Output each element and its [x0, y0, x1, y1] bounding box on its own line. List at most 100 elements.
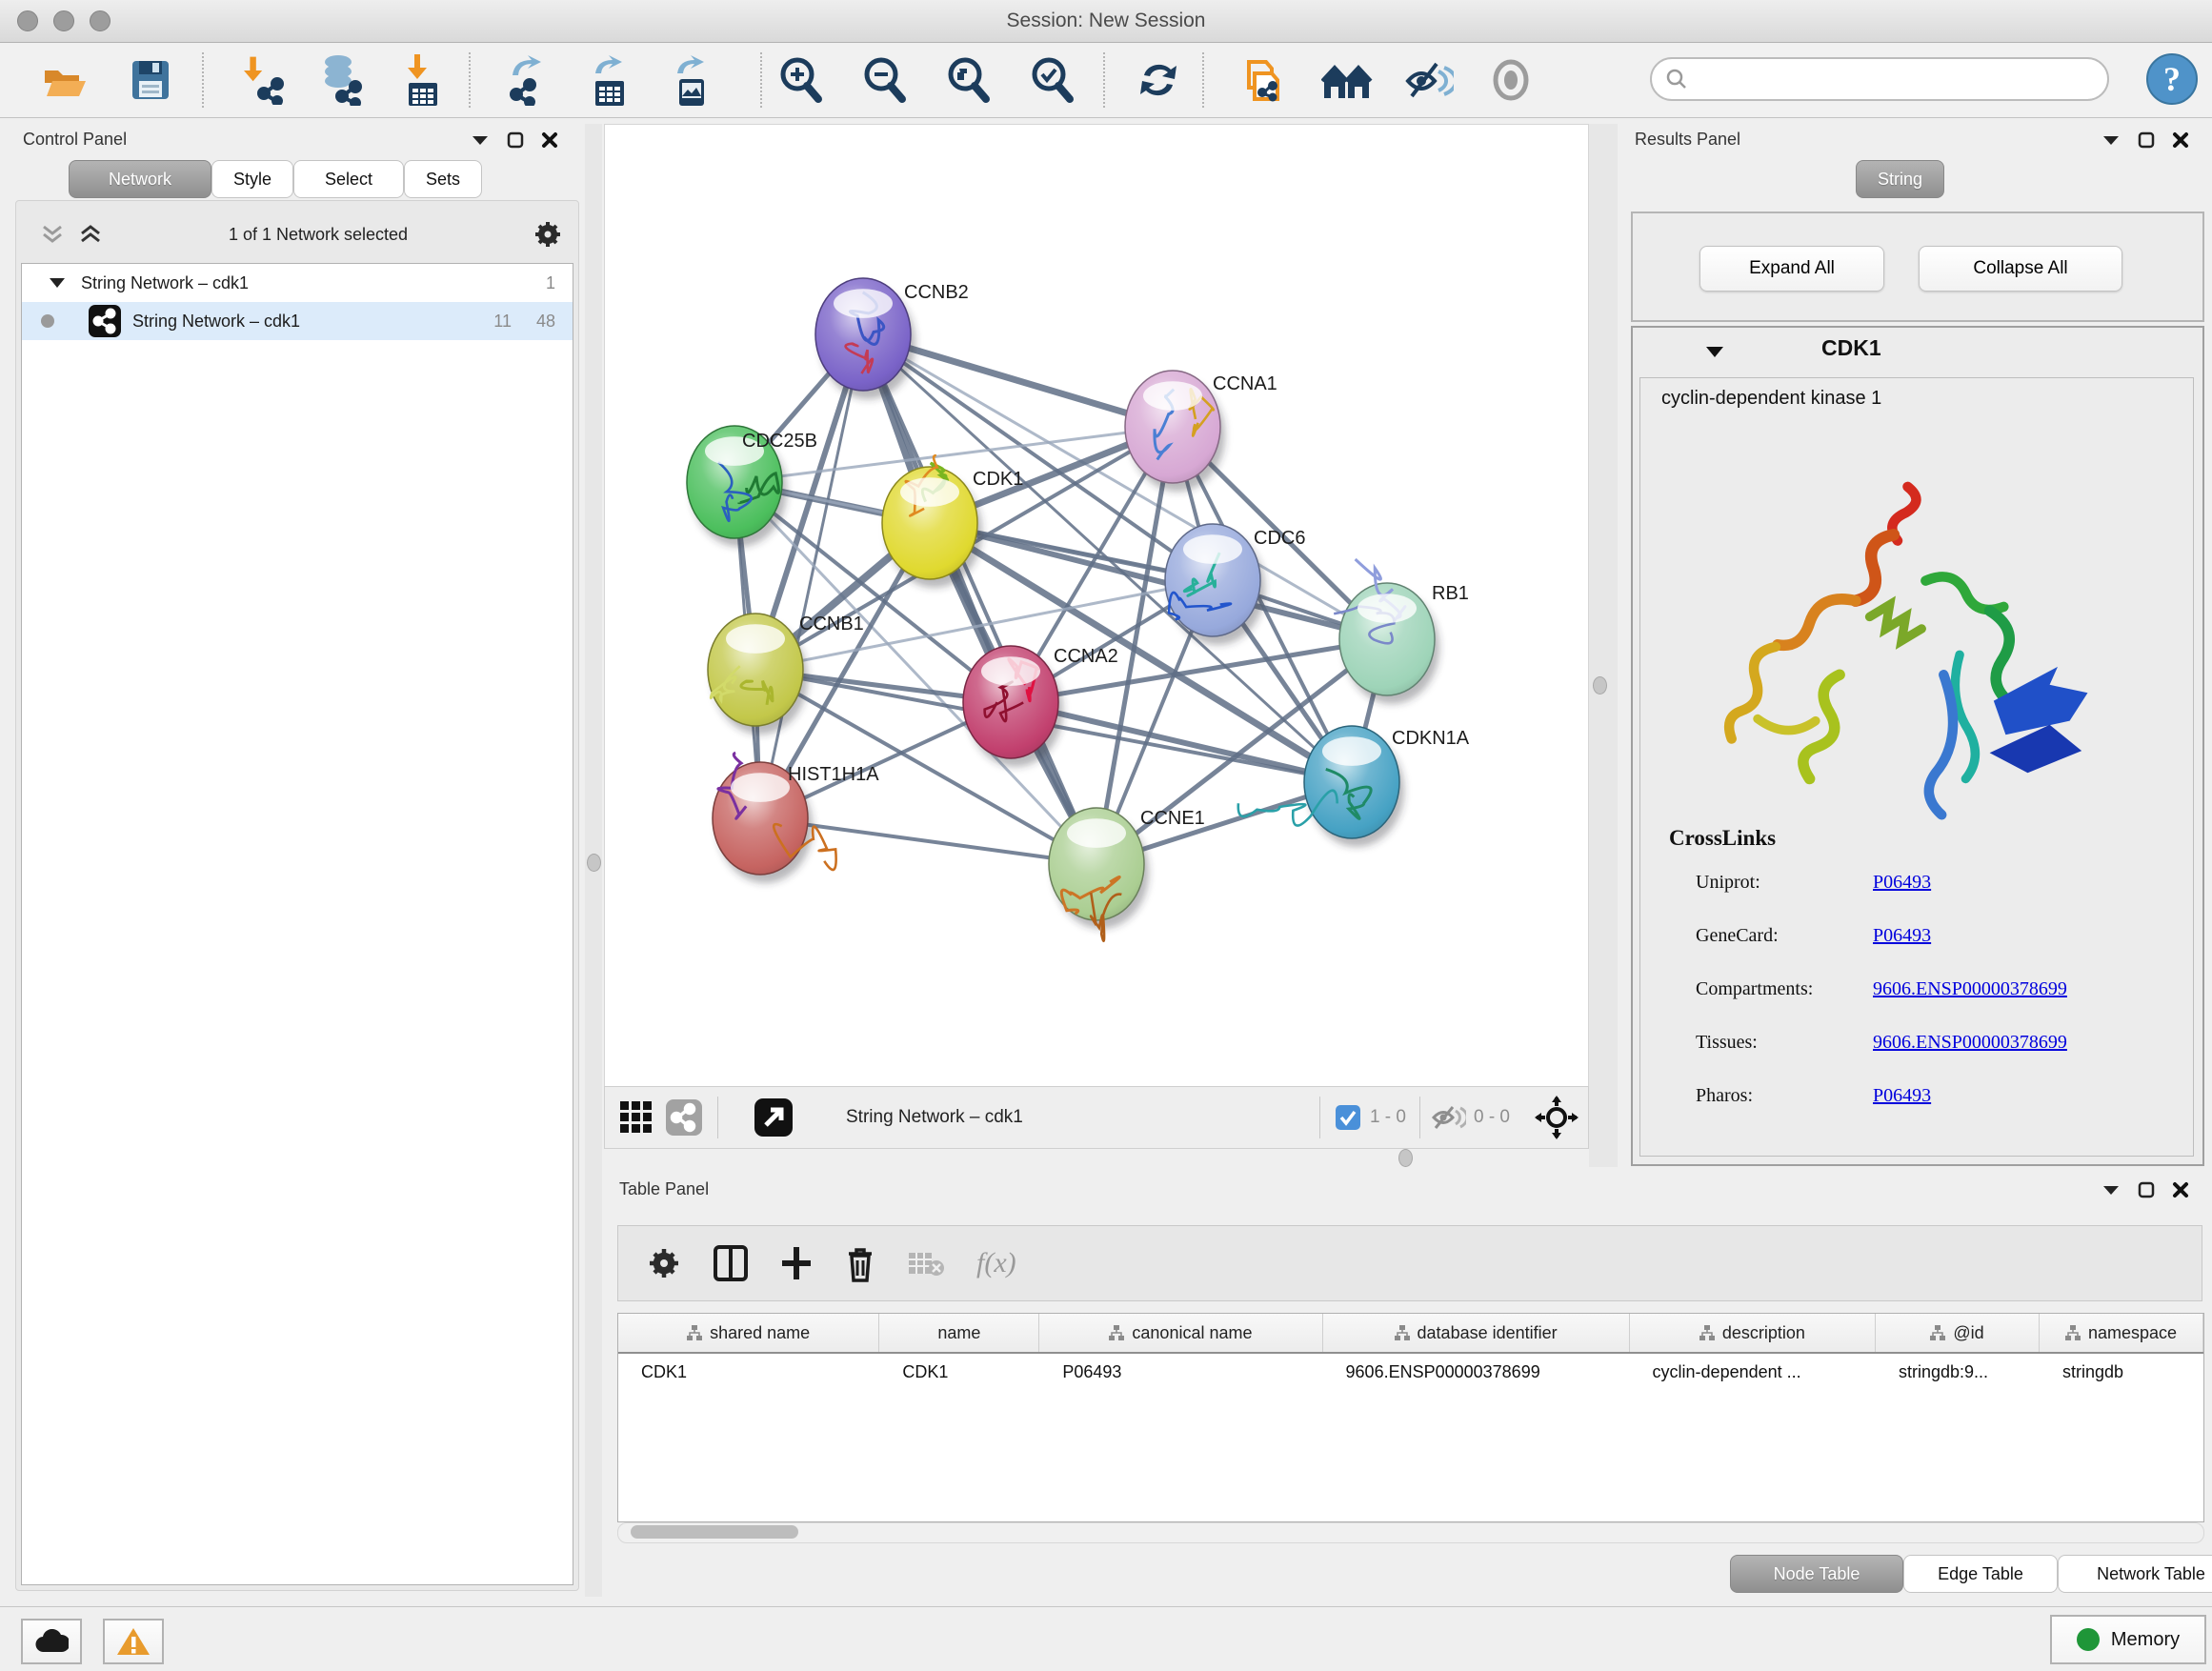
collapse-all-button[interactable]: Collapse All — [1919, 246, 2122, 292]
network-edge-count: 48 — [536, 312, 555, 332]
zoom-selected-icon[interactable] — [1023, 50, 1080, 110]
memory-button[interactable]: Memory — [2050, 1615, 2206, 1664]
panel-float-icon[interactable] — [2101, 133, 2121, 147]
tab-network-table[interactable]: Network Table — [2058, 1555, 2212, 1593]
network-node-RB1[interactable]: RB1 — [1331, 559, 1469, 704]
crosslink-link[interactable]: 9606.ENSP00000378699 — [1873, 978, 2067, 1000]
open-in-window-icon[interactable] — [754, 1098, 793, 1137]
export-image-icon[interactable] — [663, 50, 720, 110]
divider-handle[interactable] — [1398, 1149, 1413, 1167]
divider-handle[interactable] — [587, 854, 601, 872]
panel-maximize-icon[interactable] — [507, 131, 524, 149]
network-options-gear-icon[interactable] — [533, 220, 562, 249]
tab-node-table[interactable]: Node Table — [1730, 1555, 1903, 1593]
network-node-CDC6[interactable]: CDC6 — [1163, 524, 1306, 645]
first-neighbors-icon[interactable] — [1318, 50, 1376, 110]
protein-expander-icon[interactable] — [1705, 345, 1724, 359]
network-row-selected[interactable]: String Network – cdk1 11 48 — [22, 302, 573, 340]
selected-checkbox-icon[interactable] — [1336, 1105, 1360, 1130]
save-session-icon[interactable] — [122, 50, 179, 110]
search-field[interactable] — [1650, 57, 2109, 101]
tab-string[interactable]: String — [1856, 160, 1944, 198]
collapse-all-networks-icon[interactable] — [40, 223, 65, 246]
panel-float-icon[interactable] — [471, 133, 490, 147]
tree-expander-icon[interactable] — [49, 276, 66, 290]
tab-edge-table[interactable]: Edge Table — [1903, 1555, 2058, 1593]
panel-maximize-icon[interactable] — [2138, 1181, 2155, 1198]
fit-content-crosshair-icon[interactable] — [1535, 1096, 1579, 1139]
divider-handle[interactable] — [1593, 676, 1607, 695]
refresh-icon[interactable] — [1130, 50, 1187, 110]
warnings-button[interactable] — [103, 1619, 164, 1664]
copy-style-icon[interactable] — [1235, 50, 1292, 110]
panel-maximize-icon[interactable] — [2138, 131, 2155, 149]
birdseye-grid-icon[interactable] — [618, 1099, 654, 1136]
panel-close-icon[interactable] — [541, 131, 558, 149]
column-header-description[interactable]: description — [1630, 1314, 1876, 1352]
cell-namespace[interactable]: stringdb — [2040, 1362, 2203, 1382]
cell-canonical-name[interactable]: P06493 — [1039, 1362, 1322, 1382]
help-button[interactable]: ? — [2145, 52, 2199, 106]
table-toolbar: f(x) — [617, 1225, 2202, 1301]
zoom-out-icon[interactable] — [855, 50, 913, 110]
column-header-canonical-name[interactable]: canonical name — [1039, 1314, 1322, 1352]
delete-column-icon[interactable] — [845, 1244, 875, 1282]
table-options-gear-icon[interactable] — [647, 1246, 681, 1280]
panel-close-icon[interactable] — [2172, 1181, 2189, 1198]
zoom-in-icon[interactable] — [772, 50, 829, 110]
create-column-icon[interactable] — [780, 1245, 813, 1281]
cell-name[interactable]: CDK1 — [879, 1362, 1039, 1382]
table-row[interactable]: CDK1CDK1P064939606.ENSP00000378699cyclin… — [618, 1354, 2203, 1390]
cell-shared-name[interactable]: CDK1 — [618, 1362, 879, 1382]
network-node-CCNE1[interactable]: CCNE1 — [1049, 808, 1205, 941]
column-header-database-identifier[interactable]: database identifier — [1323, 1314, 1630, 1352]
network-node-HIST1H1A[interactable]: HIST1H1A — [713, 753, 879, 883]
network-node-CCNA2[interactable]: CCNA2 — [963, 646, 1118, 767]
expand-all-button[interactable]: Expand All — [1699, 246, 1884, 292]
column-header-name[interactable]: name — [879, 1314, 1039, 1352]
show-all-icon[interactable] — [1482, 50, 1539, 110]
tab-sets[interactable]: Sets — [404, 160, 482, 198]
panel-close-icon[interactable] — [2172, 131, 2189, 149]
column-label: namespace — [2088, 1323, 2177, 1343]
column-header--id[interactable]: @id — [1876, 1314, 2040, 1352]
cloud-status-button[interactable] — [21, 1619, 82, 1664]
network-edge-CCNB2-CCNE1[interactable] — [863, 334, 1096, 864]
network-edge-CCNB2-HIST1H1A[interactable] — [760, 334, 863, 818]
import-database-icon[interactable] — [312, 50, 370, 110]
network-node-CDKN1A[interactable]: CDKN1A — [1235, 726, 1470, 850]
column-header-shared-name[interactable]: shared name — [618, 1314, 879, 1352]
network-collection-row[interactable]: String Network – cdk1 1 — [22, 264, 573, 302]
table-horizontal-scrollbar[interactable] — [617, 1522, 2204, 1543]
panel-float-icon[interactable] — [2101, 1183, 2121, 1197]
network-share-icon[interactable] — [666, 1099, 702, 1136]
zoom-fit-icon[interactable] — [939, 50, 996, 110]
window-title: Session: New Session — [0, 10, 2212, 32]
tab-style[interactable]: Style — [211, 160, 293, 198]
network-node-CCNA1[interactable]: CCNA1 — [1125, 371, 1277, 492]
crosslink-link[interactable]: P06493 — [1873, 1085, 1931, 1107]
hide-selected-icon[interactable] — [1400, 50, 1458, 110]
show-columns-icon[interactable] — [714, 1245, 748, 1281]
export-table-icon[interactable] — [581, 50, 638, 110]
export-network-icon[interactable] — [497, 50, 554, 110]
tab-network[interactable]: Network — [69, 160, 211, 198]
network-graph[interactable]: CCNB2CCNA1CDC25BCDK1CDC6RB1CCNB1CCNA2CDK… — [605, 125, 1588, 1087]
panel-divider[interactable] — [1589, 124, 1618, 1167]
node-table[interactable]: shared namenamecanonical namedatabase id… — [617, 1313, 2204, 1522]
crosslink-link[interactable]: 9606.ENSP00000378699 — [1873, 1032, 2067, 1054]
crosslink-link[interactable]: P06493 — [1873, 925, 1931, 947]
open-file-icon[interactable] — [36, 50, 93, 110]
column-header-namespace[interactable]: namespace — [2040, 1314, 2203, 1352]
cell-database-identifier[interactable]: 9606.ENSP00000378699 — [1323, 1362, 1630, 1382]
crosslink-link[interactable]: P06493 — [1873, 872, 1931, 894]
cell-description[interactable]: cyclin-dependent ... — [1630, 1362, 1876, 1382]
expand-all-networks-icon[interactable] — [78, 223, 103, 246]
scrollbar-thumb[interactable] — [631, 1525, 798, 1539]
import-network-icon[interactable] — [236, 50, 293, 110]
import-table-icon[interactable] — [394, 50, 452, 110]
tab-select[interactable]: Select — [293, 160, 404, 198]
cell--id[interactable]: stringdb:9... — [1876, 1362, 2040, 1382]
network-view-canvas[interactable]: CCNB2CCNA1CDC25BCDK1CDC6RB1CCNB1CCNA2CDK… — [604, 124, 1589, 1088]
search-input[interactable] — [1688, 69, 2073, 91]
